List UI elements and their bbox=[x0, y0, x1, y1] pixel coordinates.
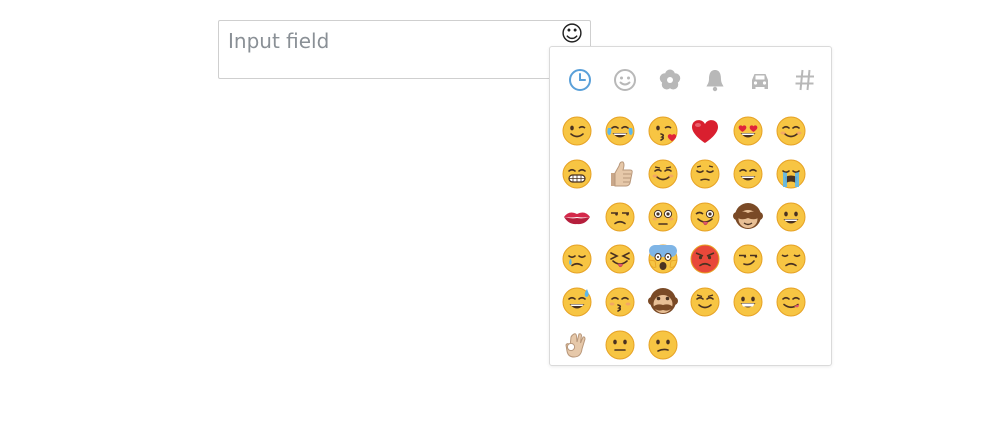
emoji-smiley-face[interactable] bbox=[771, 197, 811, 237]
emoji-thumbs-up[interactable] bbox=[600, 154, 640, 194]
smiley-icon bbox=[612, 67, 638, 93]
input-placeholder: Input field bbox=[228, 29, 330, 53]
emoji-trigger-icon[interactable]: ☺ bbox=[559, 22, 585, 48]
emoji-grinning-sweat-face[interactable] bbox=[557, 282, 597, 322]
emoji-smirking-face[interactable] bbox=[728, 239, 768, 279]
emoji-disappointed-face[interactable] bbox=[771, 239, 811, 279]
emoji-red-heart[interactable] bbox=[685, 111, 725, 151]
emoji-heart-eyes[interactable] bbox=[728, 111, 768, 151]
emoji-relieved-face[interactable] bbox=[643, 154, 683, 194]
emoji-squinting-tongue-face[interactable] bbox=[600, 239, 640, 279]
emoji-ok-hand[interactable] bbox=[557, 325, 597, 365]
emoji-screaming-in-fear-face[interactable] bbox=[643, 239, 683, 279]
tab-objects[interactable] bbox=[700, 65, 730, 95]
emoji-confused-face[interactable] bbox=[643, 325, 683, 365]
emoji-yum-face[interactable] bbox=[771, 282, 811, 322]
emoji-category-tabs bbox=[550, 65, 831, 95]
car-icon bbox=[747, 67, 773, 93]
emoji-winking-tongue-face[interactable] bbox=[685, 197, 725, 237]
emoji-pouting-face[interactable] bbox=[685, 239, 725, 279]
emoji-loudly-crying-face[interactable] bbox=[771, 154, 811, 194]
emoji-beaming-face[interactable] bbox=[728, 282, 768, 322]
emoji-winking-face[interactable] bbox=[557, 111, 597, 151]
page: Input field ☺ bbox=[0, 0, 985, 424]
emoji-unamused-face[interactable] bbox=[600, 197, 640, 237]
emoji-neutral-face[interactable] bbox=[600, 325, 640, 365]
emoji-crying-face[interactable] bbox=[557, 239, 597, 279]
emoji-kiss-mark[interactable] bbox=[557, 197, 597, 237]
emoji-face-blowing-a-kiss[interactable] bbox=[643, 111, 683, 151]
emoji-flushed-face[interactable] bbox=[643, 197, 683, 237]
tab-places[interactable] bbox=[745, 65, 775, 95]
emoji-speak-no-evil-monkey[interactable] bbox=[643, 282, 683, 322]
emoji-smiling-face[interactable] bbox=[771, 111, 811, 151]
emoji-content-face[interactable] bbox=[685, 282, 725, 322]
emoji-picker bbox=[549, 46, 832, 366]
emoji-grinning-face[interactable] bbox=[728, 154, 768, 194]
emoji-see-no-evil-monkey[interactable] bbox=[728, 197, 768, 237]
message-input[interactable]: Input field bbox=[218, 20, 591, 79]
emoji-kissing-closed-eyes-face[interactable] bbox=[600, 282, 640, 322]
tab-people[interactable] bbox=[610, 65, 640, 95]
emoji-pensive-face[interactable] bbox=[685, 154, 725, 194]
tab-nature[interactable] bbox=[655, 65, 685, 95]
emoji-grimacing-face[interactable] bbox=[557, 154, 597, 194]
bell-icon bbox=[702, 67, 728, 93]
flower-icon bbox=[657, 67, 683, 93]
hash-icon bbox=[792, 67, 818, 93]
tab-symbols[interactable] bbox=[790, 65, 820, 95]
tab-recent[interactable] bbox=[565, 65, 595, 95]
emoji-face-with-tears-of-joy[interactable] bbox=[600, 111, 640, 151]
clock-icon bbox=[567, 67, 593, 93]
